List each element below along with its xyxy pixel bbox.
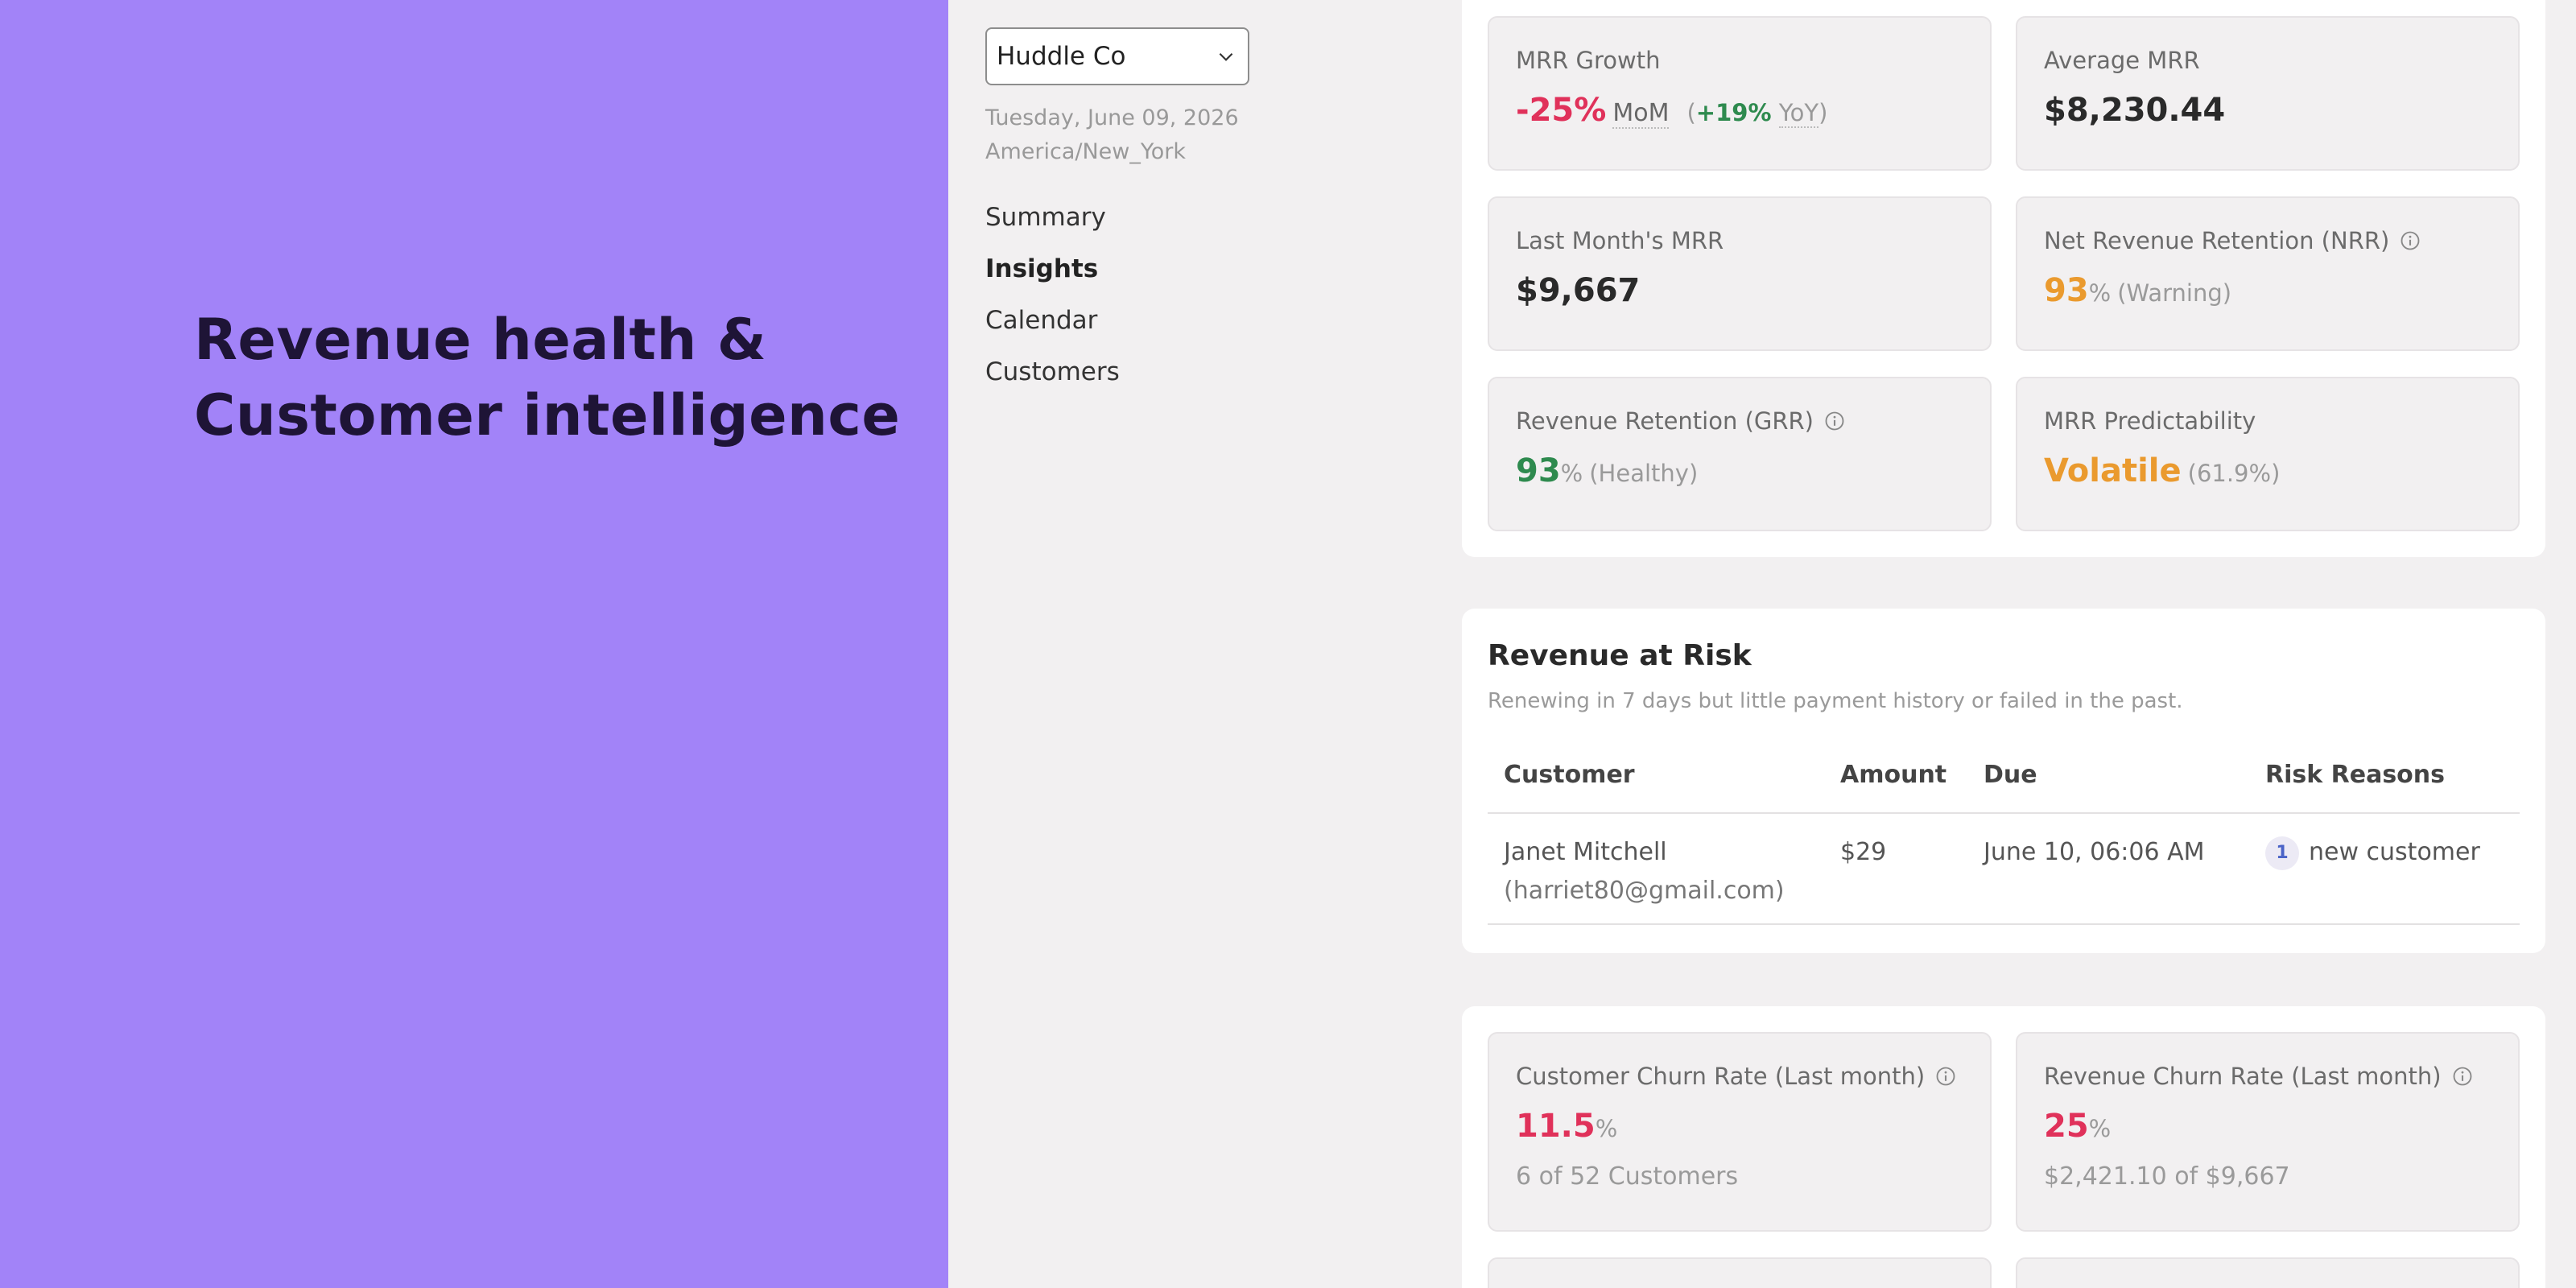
customer-name: Janet Mitchell: [1504, 838, 1667, 866]
info-icon[interactable]: [2399, 229, 2421, 252]
grr-status: (Healthy): [1589, 460, 1699, 487]
revenue-churn-card: Revenue Churn Rate (Last month) 25 % $2,…: [2016, 1032, 2520, 1232]
column-header-due: Due: [1967, 737, 2249, 814]
sidebar: Huddle Co Tuesday, June 09, 2026 America…: [985, 27, 1388, 398]
customer-churn-label: Customer Churn Rate (Last month): [1516, 1063, 1926, 1090]
risk-table: Customer Amount Due Risk Reasons Janet M…: [1488, 737, 2520, 925]
predictability-value: Volatile: [2044, 452, 2182, 489]
churn-section: Customer Churn Rate (Last month) 11.5 % …: [1462, 1006, 2545, 1288]
last-month-mrr-card: Last Month's MRR $9,667: [1488, 196, 1992, 351]
metric-value-row: 25 %: [2044, 1108, 2492, 1145]
average-mrr-value: $8,230.44: [2044, 92, 2226, 129]
metric-label: MRR Growth: [1516, 47, 1661, 74]
customer-churn-detail: 6 of 52 Customers: [1516, 1162, 1739, 1191]
section-title: Revenue at Risk: [1488, 639, 1752, 672]
risk-count-badge: 1: [2265, 836, 2299, 870]
yoy-close-paren: ): [1818, 99, 1828, 126]
sidebar-item-calendar[interactable]: Calendar: [985, 295, 1388, 346]
grr-value: 93: [1516, 452, 1561, 489]
risk-reason-text: new customer: [2309, 838, 2480, 866]
nrr-value: 93: [2044, 272, 2089, 309]
mrr-growth-card: MRR Growth -25% MoM (+19% YoY): [1488, 16, 1992, 171]
column-header-amount: Amount: [1824, 737, 1967, 814]
info-icon[interactable]: [2451, 1065, 2474, 1088]
metric-label-row: Net Revenue Retention (NRR): [2044, 227, 2492, 254]
metric-value-row: 93 % (Warning): [2044, 272, 2492, 309]
mrr-metrics-section: MRR Growth -25% MoM (+19% YoY) Average M…: [1462, 0, 2545, 557]
predictability-detail: (61.9%): [2187, 460, 2281, 487]
customer-churn-unit: %: [1595, 1115, 1618, 1142]
metric-value-row: -25% MoM (+19% YoY): [1516, 92, 1964, 129]
nrr-unit: %: [2088, 279, 2112, 307]
nrr-status: (Warning): [2117, 279, 2232, 307]
metric-label-row: Revenue Churn Rate (Last month): [2044, 1063, 2492, 1090]
last-month-mrr-value: $9,667: [1516, 272, 1641, 309]
info-icon[interactable]: [1934, 1065, 1957, 1088]
workspace-name: Huddle Co: [997, 42, 1126, 71]
metric-label: Last Month's MRR: [1516, 227, 1724, 254]
revenue-churn-unit: %: [2088, 1115, 2112, 1142]
column-header-customer: Customer: [1488, 737, 1824, 814]
customer-cell: Janet Mitchell (harriet80@gmail.com): [1488, 813, 1824, 925]
mrr-predictability-card: MRR Predictability Volatile (61.9%): [2016, 377, 2520, 531]
nrr-label: Net Revenue Retention (NRR): [2044, 227, 2390, 254]
current-date: Tuesday, June 09, 2026: [985, 105, 1239, 130]
table-row[interactable]: Janet Mitchell (harriet80@gmail.com) $29…: [1488, 813, 2520, 925]
workspace-select[interactable]: Huddle Co: [985, 27, 1249, 85]
app-window: Huddle Co Tuesday, June 09, 2026 America…: [948, 0, 2576, 1288]
yoy-growth-value: +19%: [1695, 99, 1772, 126]
grr-label: Revenue Retention (GRR): [1516, 407, 1814, 435]
grr-card: Revenue Retention (GRR) 93 % (Healthy): [1488, 377, 1992, 531]
metric-label-row: Revenue Retention (GRR): [1516, 407, 1964, 435]
hero-title: Revenue health & Customer intelligence: [194, 302, 900, 453]
yoy-open-paren: (: [1686, 99, 1696, 126]
mrr-growth-value: -25%: [1516, 92, 1607, 129]
revenue-churn-value: 25: [2044, 1108, 2089, 1145]
sidebar-nav: Summary Insights Calendar Customers: [985, 192, 1388, 398]
table-header-row: Customer Amount Due Risk Reasons: [1488, 737, 2520, 814]
customer-email: (harriet80@gmail.com): [1504, 877, 1785, 905]
risk-reasons-cell: 1 new customer: [2249, 813, 2520, 925]
mom-label: MoM: [1612, 99, 1670, 129]
nrr-card: Net Revenue Retention (NRR) 93 % (Warnin…: [2016, 196, 2520, 351]
metric-card-partial: [1488, 1257, 1992, 1288]
yoy-value: (+19% YoY): [1686, 99, 1828, 128]
revenue-churn-label: Revenue Churn Rate (Last month): [2044, 1063, 2442, 1090]
sidebar-item-customers[interactable]: Customers: [985, 346, 1388, 398]
metric-card-partial: [2016, 1257, 2520, 1288]
chevron-down-icon: [1219, 52, 1233, 61]
timezone: America/New_York: [985, 139, 1187, 164]
metric-value-row: 11.5 %: [1516, 1108, 1964, 1145]
metric-label: Average MRR: [2044, 47, 2200, 74]
metric-value-row: Volatile (61.9%): [2044, 452, 2492, 489]
metric-value-row: 93 % (Healthy): [1516, 452, 1964, 489]
revenue-churn-detail: $2,421.10 of $9,667: [2044, 1162, 2290, 1191]
customer-churn-value: 11.5: [1516, 1108, 1596, 1145]
metric-label: MRR Predictability: [2044, 407, 2256, 435]
yoy-label: YoY: [1778, 99, 1819, 128]
metric-label-row: Customer Churn Rate (Last month): [1516, 1063, 1964, 1090]
hero-title-line2: Customer intelligence: [194, 382, 901, 448]
due-cell: June 10, 06:06 AM: [1967, 813, 2249, 925]
revenue-at-risk-section: Revenue at Risk Renewing in 7 days but l…: [1462, 609, 2545, 953]
sidebar-item-summary[interactable]: Summary: [985, 192, 1388, 243]
section-description: Renewing in 7 days but little payment hi…: [1488, 689, 2183, 713]
customer-churn-card: Customer Churn Rate (Last month) 11.5 % …: [1488, 1032, 1992, 1232]
hero-panel: Revenue health & Customer intelligence: [0, 0, 948, 1288]
grr-unit: %: [1560, 460, 1583, 487]
amount-cell: $29: [1824, 813, 1967, 925]
average-mrr-card: Average MRR $8,230.44: [2016, 16, 2520, 171]
column-header-risk-reasons: Risk Reasons: [2249, 737, 2520, 814]
info-icon[interactable]: [1823, 410, 1846, 432]
hero-title-line1: Revenue health &: [194, 307, 767, 373]
sidebar-item-insights[interactable]: Insights: [985, 243, 1388, 295]
